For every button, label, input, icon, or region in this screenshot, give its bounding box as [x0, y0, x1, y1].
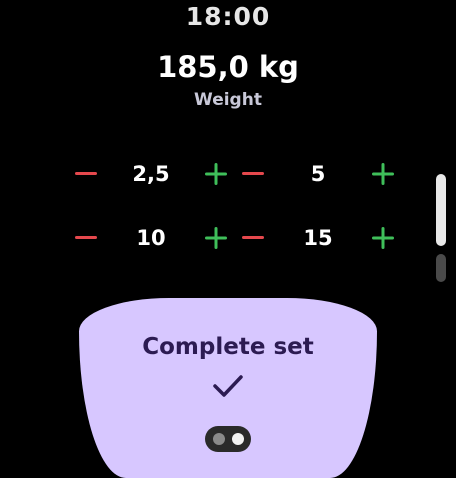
minus-icon: [242, 172, 264, 175]
increment-stepper-15: 15: [233, 218, 403, 258]
watch-screen: 18:00 185,0 kg Weight 2,5 5 10 15 Comple…: [0, 0, 456, 478]
minus-icon: [242, 236, 264, 239]
increment-value: 2,5: [132, 162, 170, 186]
increment-value: 10: [136, 226, 166, 250]
plus-icon: [205, 227, 227, 249]
page-indicator: [205, 426, 251, 452]
decrease-button[interactable]: [233, 154, 273, 194]
plus-icon: [372, 227, 394, 249]
weight-label: Weight: [194, 90, 262, 110]
plus-icon: [205, 163, 227, 185]
page-dot-active[interactable]: [231, 433, 244, 445]
increment-stepper-5: 5: [233, 154, 403, 194]
check-icon: [213, 375, 243, 397]
weight-value: 185,0 kg: [157, 50, 299, 84]
increase-button[interactable]: [196, 154, 236, 194]
increment-value: 5: [310, 162, 326, 186]
increase-button[interactable]: [196, 218, 236, 258]
increase-button[interactable]: [363, 218, 403, 258]
scroll-indicator[interactable]: [436, 174, 446, 286]
minus-icon: [75, 236, 97, 239]
increment-stepper-10: 10: [66, 218, 236, 258]
scroll-thumb[interactable]: [436, 174, 446, 246]
complete-set-label: Complete set: [142, 334, 314, 360]
increment-stepper-2-5: 2,5: [66, 154, 236, 194]
decrease-button[interactable]: [233, 218, 273, 258]
scroll-track: [436, 254, 446, 282]
increment-value: 15: [303, 226, 333, 250]
increase-button[interactable]: [363, 154, 403, 194]
decrease-button[interactable]: [66, 218, 106, 258]
decrease-button[interactable]: [66, 154, 106, 194]
clock: 18:00: [185, 2, 271, 31]
page-dot[interactable]: [212, 433, 225, 445]
plus-icon: [372, 163, 394, 185]
minus-icon: [75, 172, 97, 175]
